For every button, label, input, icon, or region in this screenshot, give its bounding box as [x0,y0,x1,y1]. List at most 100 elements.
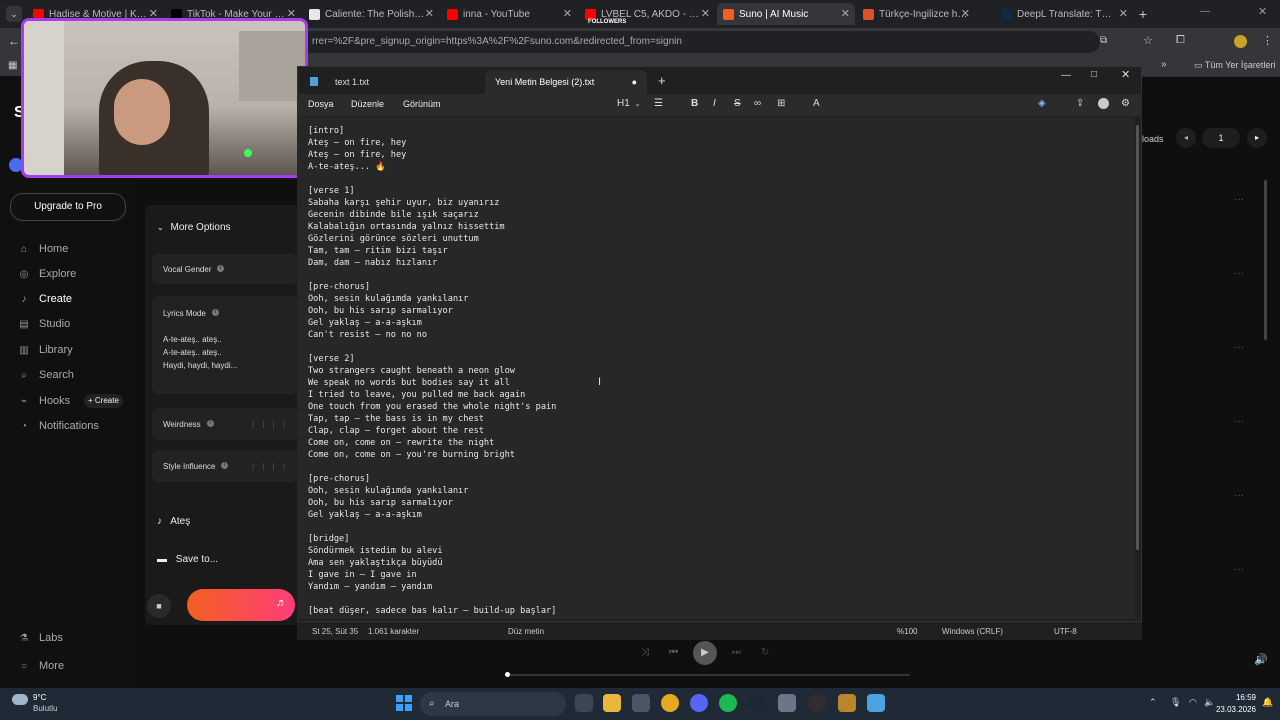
steam-icon[interactable] [748,694,766,712]
tray-chevron-icon[interactable]: ⌃ [1149,697,1157,708]
style-influence-slider[interactable]: | | | | [252,462,288,471]
encoding[interactable]: UTF-8 [1054,627,1077,636]
next-icon[interactable]: ⏭ [732,647,741,658]
translate-icon[interactable]: ⧉ [1100,35,1107,46]
address-bar[interactable]: rrer=%2F&pre_signup_origin=https%3A%2F%2… [300,31,1100,53]
hooks-create-button[interactable]: + Create [84,394,123,408]
copilot-icon[interactable]: ◈ [1038,98,1046,109]
italic-icon[interactable]: I [713,98,716,109]
song-menu-icon[interactable]: ··· [1234,194,1244,205]
browser-menu-icon[interactable]: ⋮ [1262,34,1273,47]
notepad-tab-active[interactable]: Yeni Metin Belgesi (2).txt ● [485,70,647,94]
sidebar-item-notifications[interactable]: ◔ Notifications [18,420,99,432]
notepad-tab[interactable]: text 1.txt [325,70,475,94]
notepad-editor[interactable]: [intro] Ateş — on fire, hey Ateş — on fire… [297,117,1135,619]
all-bookmarks-folder[interactable]: ▭ Tüm Yer İşaretleri [1194,60,1275,71]
account-icon[interactable] [1098,98,1109,109]
start-button[interactable] [396,695,412,711]
tab-close-icon[interactable]: ✕ [1119,7,1128,20]
sidebar-item-labs[interactable]: ⚗ Labs [18,632,63,644]
menu-file[interactable]: Dosya [308,99,334,109]
tab-search-button[interactable]: ⌄ [6,6,22,22]
tab-close-icon[interactable]: ✕ [425,7,434,20]
bookmark-star-icon[interactable]: ☆ [1143,34,1153,47]
window-close-icon[interactable]: ✕ [1258,5,1267,18]
tab-close-icon[interactable]: ✕ [563,7,572,20]
tab-close-icon[interactable]: ✕ [701,7,710,20]
song-menu-icon[interactable]: ··· [1234,416,1244,427]
song-menu-icon[interactable]: ··· [1234,564,1244,575]
table-icon[interactable]: ⊞ [777,98,785,109]
minimize-icon[interactable]: — [1061,70,1071,81]
clock[interactable]: 16:59 23.03.2026 [1212,692,1256,716]
zoom-level[interactable]: %100 [897,627,917,636]
link-icon[interactable]: ∞ [754,98,761,109]
notepad-taskbar-icon[interactable] [867,694,885,712]
menu-edit[interactable]: Düzenle [351,99,384,109]
vocal-gender-card[interactable]: Vocal Gender i [152,254,298,284]
browser-tab-active[interactable]: Suno | AI Music ✕ [717,3,855,25]
back-icon[interactable]: ← [8,34,20,48]
sidebar-item-library[interactable]: ▥ Library [18,344,72,356]
lyrics-preview[interactable]: A-te-ateş.. ateş.. A-te-ateş.. ateş.. Ha… [163,333,237,372]
song-menu-icon[interactable]: ··· [1234,268,1244,279]
sidebar-item-search[interactable]: ⌕ Search [18,369,74,381]
settings-gear-icon[interactable]: ⚙ [1121,98,1130,109]
task-view-icon[interactable] [575,694,593,712]
mic-icon[interactable]: 🎙 [1170,697,1181,708]
tab-close-icon[interactable]: ✕ [961,7,970,20]
shuffle-icon[interactable]: ⤨ [641,647,649,658]
spotify-icon[interactable] [719,694,737,712]
sidebar-item-studio[interactable]: ▤ Studio [18,318,70,330]
style-influence-card[interactable]: Style Influence i | | | | [152,450,298,482]
weirdness-slider[interactable]: | | | | [252,420,288,429]
play-button[interactable]: ▶ [693,641,717,665]
line-ending[interactable]: Windows (CRLF) [942,627,1003,636]
sidebar-item-hooks[interactable]: ⌁ Hooks [18,395,70,407]
wifi-icon[interactable]: ◠ [1189,697,1197,708]
progress-bar[interactable] [506,674,910,676]
tab-close-icon[interactable]: ✕ [841,7,850,20]
bookmarks-overflow-icon[interactable]: » [1161,59,1167,70]
create-song-button[interactable]: ♬ [187,589,295,621]
sidebar-item-create[interactable]: ♪ Create [18,293,73,305]
clear-format-icon[interactable]: A [813,98,820,109]
save-to-row[interactable]: ▬ Save to... [157,554,218,565]
browser-tab[interactable]: Caliente: The Polish Comm✕ [303,3,439,25]
browser-tab[interactable]: Türkçe-İngilizce hit şarkı✕ [857,3,975,25]
taskbar-search[interactable]: ⌕ Ara [420,692,566,716]
list-icon[interactable]: ☰ [654,98,663,109]
clear-button[interactable]: ■ [147,594,171,618]
page-scrollbar[interactable] [1264,180,1267,340]
page-number[interactable]: 1 [1202,128,1240,148]
new-tab-button[interactable]: + [658,73,666,88]
editor-scrollbar[interactable] [1136,125,1139,550]
volume-icon[interactable]: 🔊 [1254,653,1268,666]
window-minimize-icon[interactable]: — [1200,6,1210,17]
repeat-icon[interactable]: ↻ [761,647,769,658]
previous-icon[interactable]: ⏮ [669,647,678,658]
maximize-icon[interactable]: □ [1091,69,1097,80]
progress-knob[interactable] [505,672,510,677]
close-icon[interactable]: ✕ [1121,68,1130,81]
song-title-row[interactable]: ♪ Ateş [157,516,190,527]
store-icon[interactable] [632,694,650,712]
more-options-toggle[interactable]: ⌄ More Options [157,222,231,233]
browser-tab[interactable]: DeepL Translate: The wor✕ [995,3,1133,25]
file-explorer-icon[interactable] [603,694,621,712]
browser-tab[interactable]: inna - YouTube ✕ [441,3,577,25]
extensions-icon[interactable]: ⧠ [1176,34,1185,47]
discord-icon[interactable] [690,694,708,712]
strikethrough-icon[interactable]: S [734,98,741,109]
prev-page-button[interactable]: ◂ [1176,128,1196,148]
upgrade-to-pro-button[interactable]: Upgrade to Pro [10,193,126,221]
song-menu-icon[interactable]: ··· [1234,342,1244,353]
sidebar-item-explore[interactable]: ◎ Explore [18,268,77,280]
weirdness-card[interactable]: Weirdness i | | | | [152,408,298,440]
share-icon[interactable]: ⇪ [1076,98,1084,109]
new-tab-button[interactable]: + [1135,6,1151,22]
lyrics-mode-card[interactable]: Lyrics Mode i A-te-ateş.. ateş.. A-te-at… [152,296,298,394]
chrome-icon[interactable] [661,694,679,712]
settings-icon[interactable] [778,694,796,712]
profile-avatar[interactable] [1234,35,1247,48]
